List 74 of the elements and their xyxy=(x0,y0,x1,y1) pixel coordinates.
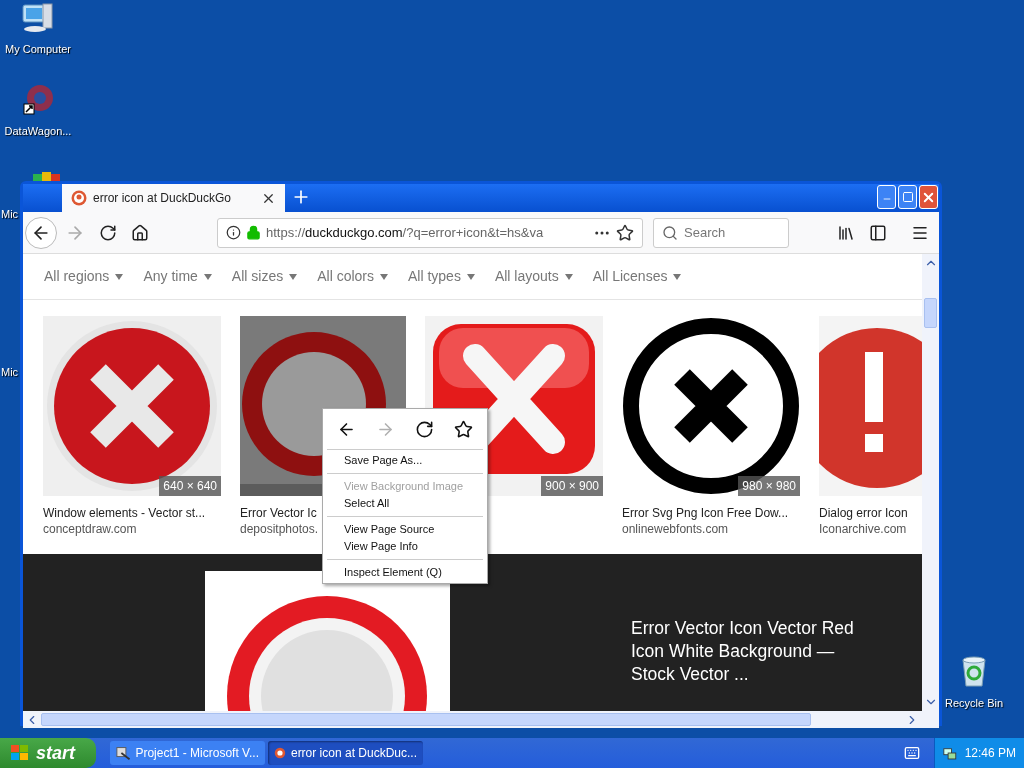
network-icon[interactable] xyxy=(943,745,957,761)
menu-item[interactable]: Save Page As... xyxy=(323,452,487,469)
result-source: conceptdraw.com xyxy=(43,521,137,536)
caret-icon xyxy=(115,273,124,280)
caret-icon xyxy=(203,273,212,280)
menu-item[interactable]: View Page Info xyxy=(323,538,487,555)
browser-icon xyxy=(274,745,286,761)
vertical-scrollbar[interactable] xyxy=(922,254,939,711)
taskbar-task[interactable]: Project1 - Microsoft V... xyxy=(110,741,265,765)
sidebar-icon[interactable] xyxy=(869,223,887,242)
library-icon[interactable] xyxy=(837,223,855,242)
caret-icon xyxy=(673,273,682,280)
computer-icon xyxy=(21,2,55,34)
filter-dropdown[interactable]: All colors xyxy=(317,266,388,287)
start-button[interactable]: start xyxy=(0,738,96,768)
caret-icon xyxy=(466,273,475,280)
desktop-icon-label[interactable]: Mic xyxy=(1,366,19,379)
clock: 12:46 PM xyxy=(964,745,1016,762)
lock-icon[interactable] xyxy=(246,225,261,240)
bookmark-star-icon[interactable] xyxy=(616,223,634,242)
filter-dropdown[interactable]: All sizes xyxy=(231,266,298,287)
program-icon xyxy=(116,745,131,761)
result-title[interactable]: Window elements - Vector st... xyxy=(43,504,206,520)
desktop-icon-label[interactable]: My Computer xyxy=(5,43,71,56)
result-title[interactable]: Error Svg Png Icon Free Dow... xyxy=(622,504,789,520)
filter-dropdown[interactable]: All layouts xyxy=(494,266,573,287)
reload-icon[interactable] xyxy=(415,419,434,439)
scroll-thumb[interactable] xyxy=(924,298,937,328)
duck-logo-icon xyxy=(71,190,87,206)
filter-dropdown[interactable]: All regions xyxy=(44,266,124,287)
menu-item[interactable]: Select All xyxy=(323,495,487,512)
browser-tab[interactable]: error icon at DuckDuckGo xyxy=(62,184,285,212)
close-button[interactable] xyxy=(919,185,938,209)
image-size-badge: 980 × 980 xyxy=(738,476,800,496)
horizontal-scrollbar[interactable] xyxy=(23,711,939,728)
result-source: Iconarchive.com xyxy=(819,521,907,536)
recycle-bin-icon xyxy=(959,656,989,688)
result-title[interactable]: Error Vector Ic xyxy=(240,504,317,520)
caret-icon xyxy=(564,273,573,280)
filter-dropdown[interactable]: All types xyxy=(408,266,475,287)
image-size-badge: 900 × 900 xyxy=(541,476,603,496)
tab-title: error icon at DuckDuckGo xyxy=(93,190,233,207)
menu-item[interactable]: View Page Source xyxy=(323,521,487,538)
menu-item[interactable]: Inspect Element (Q) xyxy=(323,564,487,581)
maximize-button[interactable] xyxy=(898,185,917,209)
minimize-button[interactable] xyxy=(877,185,896,209)
result-source: depositphotos. xyxy=(240,521,319,536)
horizontal-scroll-thumb[interactable] xyxy=(41,713,811,726)
result-title[interactable]: Dialog error Icon xyxy=(819,504,908,520)
desktop-icon-label[interactable]: Recycle Bin xyxy=(944,697,1004,710)
info-icon[interactable] xyxy=(226,225,241,240)
caret-icon xyxy=(289,273,298,280)
desktop-icon-label[interactable]: DataWagon... xyxy=(4,125,72,138)
image-size-badge: 640 × 640 xyxy=(159,476,221,496)
search-icon xyxy=(662,224,678,241)
result-source: onlinewebfonts.com xyxy=(622,521,729,536)
featured-title[interactable]: Error Vector Icon Vector Red Icon White Background — Stock Vector ... xyxy=(631,617,881,711)
address-bar[interactable]: https://duckduckgo.com/?q=error+icon&t=hs&va xyxy=(217,217,643,248)
windows-logo-icon xyxy=(10,744,30,762)
reload-icon[interactable] xyxy=(99,223,117,242)
keyboard-icon[interactable] xyxy=(904,745,920,761)
caret-icon xyxy=(380,273,388,280)
search-input[interactable]: Search xyxy=(684,222,764,243)
home-icon[interactable] xyxy=(131,223,149,242)
back-button[interactable] xyxy=(25,216,57,249)
filter-dropdown[interactable]: All Licenses xyxy=(592,266,682,287)
maximize-icon xyxy=(901,191,914,203)
bookmark-star-icon[interactable] xyxy=(454,419,473,439)
taskbar-task[interactable]: error icon at DuckDuc... xyxy=(268,741,423,765)
desktop-icon-label[interactable]: Mic xyxy=(1,208,19,221)
filter-dropdown[interactable]: Any time xyxy=(143,266,212,287)
flower-shortcut-icon xyxy=(20,84,56,116)
search-field[interactable]: Search xyxy=(653,217,789,248)
url-text: https://duckduckgo.com/?q=error+icon&t=hs&va xyxy=(266,223,545,242)
